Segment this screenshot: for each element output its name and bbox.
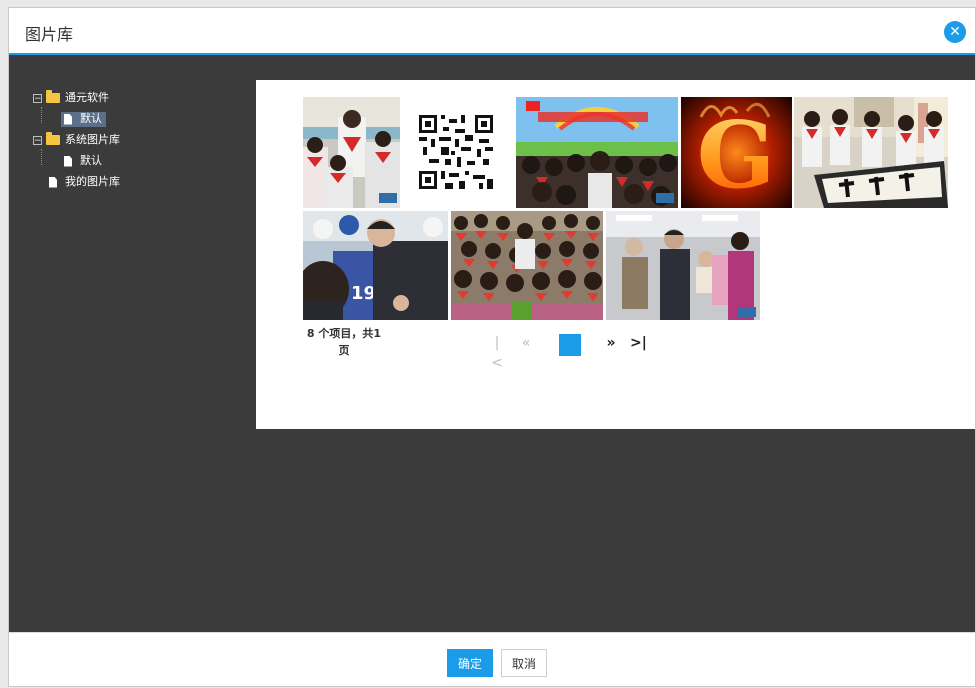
- cancel-button[interactable]: 取消: [501, 649, 548, 677]
- tree-node-label[interactable]: 默认: [80, 111, 102, 127]
- gallery-panel: G 19 8 个项目，共1 页 |< « 1 » >|: [256, 80, 975, 429]
- dialog-title: 图片库: [25, 25, 74, 44]
- tree-node-label[interactable]: 默认: [80, 153, 102, 169]
- next-page-icon[interactable]: »: [603, 333, 619, 353]
- tree-connector: [41, 149, 42, 165]
- selected-node-highlight[interactable]: 默认: [61, 111, 106, 127]
- photo-calligraphy-children[interactable]: [794, 97, 948, 208]
- photo-banner-children-crowd[interactable]: [516, 97, 678, 208]
- photo-hockey-children[interactable]: 19: [303, 211, 448, 320]
- qr-code-image[interactable]: [405, 97, 502, 208]
- tree-node-label[interactable]: 通元软件: [65, 90, 109, 106]
- svg-text:19: 19: [351, 283, 376, 304]
- confirm-button[interactable]: 确定: [447, 649, 494, 677]
- svg-text:G: G: [697, 101, 776, 208]
- photo-elderly-visit[interactable]: [606, 211, 760, 320]
- tree-node-system-library[interactable]: − 系统图片库: [33, 132, 120, 148]
- file-icon: [64, 155, 72, 167]
- last-page-icon[interactable]: >|: [630, 333, 647, 353]
- folder-open-icon: [46, 132, 60, 145]
- tree-node-system-default[interactable]: 默认: [64, 153, 102, 169]
- file-icon: [49, 176, 57, 188]
- dialog-body: − 通元软件 默认 − 系统图片库 默认 我的图片库 G 19 8 个项目，共1…: [9, 55, 975, 632]
- image-fire-letter-g[interactable]: G: [681, 97, 792, 208]
- tree-node-label[interactable]: 我的图片库: [65, 174, 120, 190]
- pager-info: 8 个项目，共1 页: [306, 327, 382, 357]
- prev-page-icon[interactable]: «: [518, 333, 534, 353]
- tree-node-label[interactable]: 系统图片库: [65, 132, 120, 148]
- collapse-toggle-icon[interactable]: −: [33, 135, 42, 145]
- dialog-footer: 确定 取消: [9, 632, 975, 686]
- file-icon: [64, 113, 72, 125]
- close-icon[interactable]: ✕: [944, 21, 966, 43]
- photo-children-red-scarves-1[interactable]: [303, 97, 400, 208]
- image-library-dialog: 图片库 ✕ − 通元软件 默认 − 系统图片库 默认 我的图片库 G 19 8 …: [8, 7, 976, 687]
- tree-node-tongyuan[interactable]: − 通元软件: [33, 90, 109, 106]
- tree-connector: [41, 107, 42, 123]
- photo-children-group-red-scarves[interactable]: [451, 211, 603, 320]
- first-page-icon[interactable]: |<: [490, 333, 504, 371]
- tree-node-tongyuan-default[interactable]: 默认: [61, 111, 106, 127]
- folder-open-icon: [46, 90, 60, 103]
- tree-node-my-library[interactable]: 我的图片库: [49, 174, 120, 190]
- current-page-button[interactable]: 1: [559, 334, 581, 356]
- collapse-toggle-icon[interactable]: −: [33, 93, 42, 103]
- dialog-header: 图片库 ✕: [9, 8, 975, 55]
